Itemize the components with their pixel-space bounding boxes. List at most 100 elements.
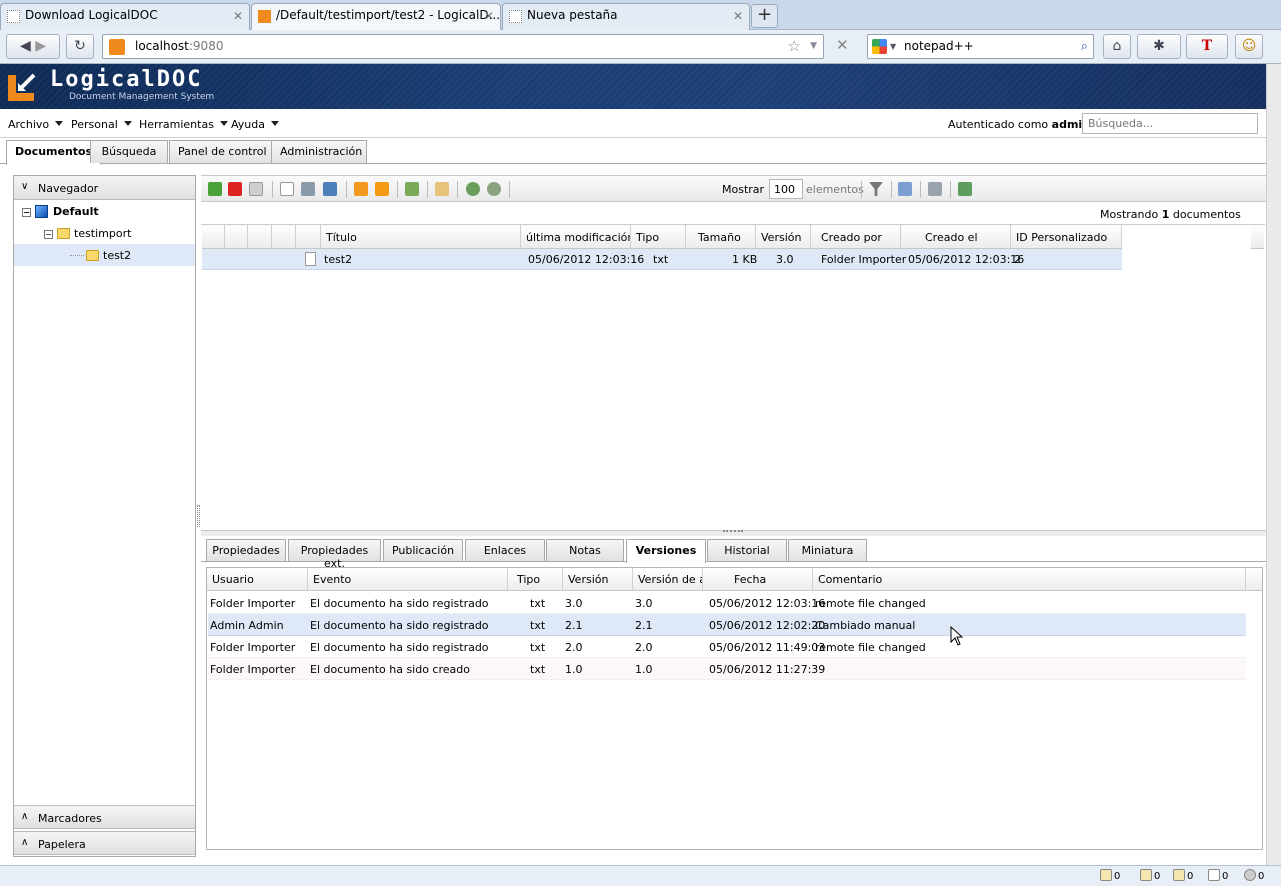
menu-personal[interactable]: Personal bbox=[71, 118, 132, 131]
close-icon[interactable]: ✕ bbox=[733, 9, 743, 23]
collapse-icon[interactable]: − bbox=[44, 230, 53, 239]
page-scrollbar[interactable] bbox=[1266, 64, 1281, 865]
column-header-type[interactable]: Tipo bbox=[631, 225, 686, 249]
tab-propiedades-ext[interactable]: Propiedades ext. bbox=[288, 539, 381, 570]
workflow-icon[interactable] bbox=[466, 182, 480, 196]
tab-notas[interactable]: Notas bbox=[546, 539, 624, 561]
navigator-header[interactable]: ∨ Navegador bbox=[14, 176, 195, 200]
splitter-grip[interactable] bbox=[723, 530, 743, 532]
close-icon[interactable]: ✕ bbox=[233, 9, 243, 23]
column-header-created-on[interactable]: Creado el bbox=[901, 225, 1011, 249]
stop-icon[interactable]: ✕ bbox=[836, 36, 849, 54]
column-header-version[interactable]: Versión bbox=[756, 225, 811, 249]
download-icon[interactable] bbox=[208, 182, 222, 196]
column-header-file-version[interactable]: Versión de ar bbox=[633, 568, 703, 591]
export-icon[interactable] bbox=[958, 182, 972, 196]
close-icon[interactable]: ✕ bbox=[484, 9, 494, 23]
column-header-event[interactable]: Evento bbox=[308, 568, 508, 591]
dropdown-arrow-icon[interactable]: ▼ bbox=[890, 35, 896, 58]
tab-documentos[interactable]: Documentos bbox=[6, 140, 102, 165]
home-button[interactable]: ⌂ bbox=[1103, 34, 1131, 59]
column-header-created-by[interactable]: Creado por bbox=[811, 225, 901, 249]
bookmark-star-icon[interactable]: ☆ bbox=[788, 35, 801, 58]
column-header-type[interactable]: Tipo bbox=[508, 568, 563, 591]
table-row[interactable]: test2 05/06/2012 12:03:16 txt 1 KB 3.0 F… bbox=[202, 249, 1122, 270]
scan-icon[interactable] bbox=[301, 182, 315, 196]
new-tab-button[interactable]: + bbox=[751, 4, 778, 28]
email-icon[interactable] bbox=[354, 182, 368, 196]
edit-icon[interactable] bbox=[435, 182, 449, 196]
site-identity-icon[interactable] bbox=[109, 39, 125, 55]
tab-enlaces[interactable]: Enlaces bbox=[465, 539, 545, 561]
tree-node-test2[interactable]: test2 bbox=[70, 249, 131, 262]
column-header-custom-id[interactable]: ID Personalizado bbox=[1011, 225, 1122, 249]
menu-ayuda[interactable]: Ayuda bbox=[231, 118, 279, 131]
translate-button[interactable]: T bbox=[1186, 34, 1228, 59]
table-row[interactable]: Admin Admin El documento ha sido registr… bbox=[208, 614, 1246, 636]
table-row[interactable]: Folder Importer El documento ha sido reg… bbox=[208, 592, 1246, 614]
column-header-version[interactable]: Versión bbox=[563, 568, 633, 591]
clipboard-counter[interactable]: 0 bbox=[1100, 869, 1120, 882]
columns-icon[interactable] bbox=[898, 182, 912, 196]
search-icon[interactable]: ⌕ bbox=[1081, 35, 1088, 58]
table-row[interactable]: Folder Importer El documento ha sido reg… bbox=[208, 636, 1246, 658]
quick-search-input[interactable] bbox=[1082, 113, 1258, 134]
column-header-title[interactable]: Título bbox=[321, 225, 521, 249]
bookmarks-header[interactable]: ∧ Marcadores bbox=[14, 805, 195, 829]
column-header-icon2[interactable] bbox=[225, 225, 248, 249]
column-header-comment[interactable]: Comentario bbox=[813, 568, 1246, 591]
column-header-icon4[interactable] bbox=[272, 225, 296, 249]
column-header-modified[interactable]: última modificación bbox=[521, 225, 631, 249]
tab-publicacion[interactable]: Publicación bbox=[383, 539, 463, 561]
tab-versiones[interactable]: Versiones bbox=[626, 539, 706, 563]
rss-icon[interactable] bbox=[375, 182, 389, 196]
filter-icon[interactable] bbox=[869, 182, 883, 196]
copy-icon[interactable] bbox=[249, 182, 263, 196]
browser-search-bar[interactable]: ▼ notepad++ ⌕ bbox=[867, 34, 1094, 59]
trash-header[interactable]: ∧ Papelera bbox=[14, 831, 195, 855]
tab-miniatura[interactable]: Miniatura bbox=[788, 539, 867, 561]
reload-button[interactable]: ↻ bbox=[66, 34, 94, 59]
tab-busqueda[interactable]: Búsqueda bbox=[90, 140, 168, 163]
column-header-icon3[interactable] bbox=[248, 225, 272, 249]
column-header-user[interactable]: Usuario bbox=[207, 568, 308, 591]
add-document-icon[interactable] bbox=[280, 182, 294, 196]
tab-administracion[interactable]: Administración bbox=[271, 140, 367, 163]
import-icon[interactable] bbox=[323, 182, 337, 196]
column-header-date[interactable]: Fecha bbox=[703, 568, 813, 591]
addon-button[interactable]: ✱ bbox=[1137, 34, 1181, 59]
checkout-counter[interactable]: 0 bbox=[1173, 869, 1193, 882]
url-bar[interactable]: localhost:9080 ☆ ▼ bbox=[102, 34, 824, 59]
table-row[interactable]: Folder Importer El documento ha sido cre… bbox=[208, 658, 1246, 680]
menu-archivo[interactable]: Archivo bbox=[8, 118, 63, 131]
settings-icon[interactable] bbox=[487, 182, 501, 196]
messages-counter[interactable]: 0 bbox=[1208, 869, 1228, 882]
browser-tab-download[interactable]: Download LogicalDOC ✕ bbox=[0, 3, 250, 30]
back-forward-button[interactable]: ◀ ▶ bbox=[6, 34, 60, 59]
column-header-size[interactable]: Tamaño bbox=[686, 225, 756, 249]
forward-icon[interactable]: ▶ bbox=[35, 38, 46, 54]
tab-propiedades[interactable]: Propiedades bbox=[206, 539, 286, 561]
back-icon[interactable]: ◀ bbox=[20, 38, 31, 54]
addon-face-button[interactable]: ☺ bbox=[1235, 34, 1263, 59]
column-header-icon5[interactable] bbox=[296, 225, 321, 249]
browser-tab-new[interactable]: Nueva pestaña ✕ bbox=[502, 3, 750, 30]
locked-counter[interactable]: 0 bbox=[1140, 869, 1160, 882]
tab-panel-de-control[interactable]: Panel de control bbox=[169, 140, 276, 163]
browser-tab-logicaldoc[interactable]: /Default/testimport/test2 - LogicalD... … bbox=[251, 3, 501, 31]
page-size-input[interactable] bbox=[769, 179, 803, 199]
tasks-counter[interactable]: 0 bbox=[1244, 869, 1264, 882]
checkout-icon[interactable] bbox=[405, 182, 419, 196]
tree-node-default[interactable]: − Default bbox=[22, 205, 99, 218]
pdf-icon[interactable] bbox=[228, 182, 242, 196]
horizontal-splitter[interactable] bbox=[201, 530, 1266, 536]
menu-herramientas[interactable]: Herramientas bbox=[139, 118, 228, 131]
vertical-splitter-handle[interactable] bbox=[197, 505, 200, 527]
tree-node-testimport[interactable]: − testimport bbox=[44, 227, 131, 240]
collapse-icon[interactable]: − bbox=[22, 208, 31, 217]
dropdown-arrow-icon[interactable]: ▼ bbox=[810, 35, 817, 58]
column-header-icon1[interactable] bbox=[202, 225, 225, 249]
tab-historial[interactable]: Historial bbox=[707, 539, 787, 561]
google-icon[interactable] bbox=[872, 39, 887, 54]
print-icon[interactable] bbox=[928, 182, 942, 196]
